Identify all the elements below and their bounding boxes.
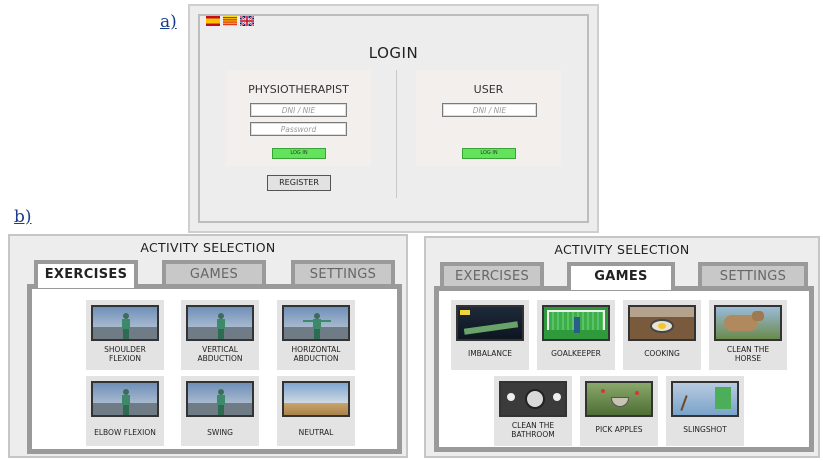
games-content: IMBALANCE GOALKEEPER COOKING CLEAN THE H… — [434, 286, 814, 452]
exercise-tile-swing[interactable]: SWING — [181, 376, 259, 446]
exercise-tile-shoulder-flexion[interactable]: SHOULDER FLEXION — [86, 300, 164, 370]
user-title: USER — [473, 83, 504, 96]
game-label: SLINGSHOT — [683, 425, 727, 434]
game-label: PICK APPLES — [595, 425, 643, 434]
physiotherapist-card: PHYSIOTHERAPIST LOG IN — [226, 70, 371, 166]
elbow-flexion-thumbnail — [91, 381, 159, 417]
login-divider — [396, 70, 397, 198]
register-button[interactable]: REGISTER — [267, 175, 331, 191]
clean-the-bathroom-thumbnail — [499, 381, 567, 417]
spain-flag-icon[interactable] — [206, 16, 220, 26]
game-label: GOALKEEPER — [551, 349, 601, 358]
clean-the-horse-thumbnail — [714, 305, 782, 341]
exercise-tile-elbow-flexion[interactable]: ELBOW FLEXION — [86, 376, 164, 446]
physio-dni-input[interactable] — [250, 103, 347, 117]
tab-games[interactable]: GAMES — [567, 262, 675, 290]
activity-selection-exercises: ACTIVITY SELECTION EXERCISES GAMES SETTI… — [8, 234, 408, 458]
shoulder-flexion-thumbnail — [91, 305, 159, 341]
exercise-label: HORIZONTAL ABDUCTION — [291, 345, 341, 363]
activity-selection-title: ACTIVITY SELECTION — [140, 240, 276, 255]
figure-label-b: b) — [14, 207, 32, 227]
game-tile-goalkeeper[interactable]: GOALKEEPER — [537, 300, 615, 370]
goalkeeper-thumbnail — [542, 305, 610, 341]
cooking-thumbnail — [628, 305, 696, 341]
login-title: LOGIN — [368, 44, 419, 62]
physio-password-input[interactable] — [250, 122, 347, 136]
swing-thumbnail — [186, 381, 254, 417]
user-dni-input[interactable] — [442, 103, 537, 117]
exercise-tile-vertical-abduction[interactable]: VERTICAL ABDUCTION — [181, 300, 259, 370]
language-selector — [206, 16, 254, 26]
neutral-thumbnail — [282, 381, 350, 417]
exercise-tile-neutral[interactable]: NEUTRAL — [277, 376, 355, 446]
exercise-label: VERTICAL ABDUCTION — [197, 345, 243, 363]
game-label: IMBALANCE — [467, 349, 513, 358]
game-tile-cooking[interactable]: COOKING — [623, 300, 701, 370]
game-tile-clean-the-bathroom[interactable]: CLEAN THE BATHROOM — [494, 376, 572, 446]
physiotherapist-title: PHYSIOTHERAPIST — [248, 83, 349, 96]
user-card: USER LOG IN — [416, 70, 561, 166]
exercise-label: NEUTRAL — [298, 428, 334, 437]
login-screen: LOGIN PHYSIOTHERAPIST LOG IN REGISTER US… — [188, 4, 599, 233]
vertical-abduction-thumbnail — [186, 305, 254, 341]
game-label: CLEAN THE HORSE — [726, 345, 770, 363]
exercises-content: SHOULDER FLEXION VERTICAL ABDUCTION HORI… — [27, 284, 402, 454]
exercise-tile-horizontal-abduction[interactable]: HORIZONTAL ABDUCTION — [277, 300, 355, 370]
slingshot-thumbnail — [671, 381, 739, 417]
tab-exercises[interactable]: EXERCISES — [34, 260, 138, 288]
game-label: COOKING — [644, 349, 680, 358]
activity-selection-games: ACTIVITY SELECTION EXERCISES GAMES SETTI… — [424, 236, 820, 458]
pick-apples-thumbnail — [585, 381, 653, 417]
game-label: CLEAN THE BATHROOM — [511, 421, 555, 439]
catalonia-flag-icon[interactable] — [223, 16, 237, 26]
activity-selection-title: ACTIVITY SELECTION — [554, 242, 690, 257]
game-tile-imbalance[interactable]: IMBALANCE — [451, 300, 529, 370]
uk-flag-icon[interactable] — [240, 16, 254, 26]
imbalance-thumbnail — [456, 305, 524, 341]
exercise-label: SHOULDER FLEXION — [104, 345, 146, 363]
game-tile-slingshot[interactable]: SLINGSHOT — [666, 376, 744, 446]
exercise-label: ELBOW FLEXION — [94, 428, 156, 437]
game-tile-pick-apples[interactable]: PICK APPLES — [580, 376, 658, 446]
user-login-button[interactable]: LOG IN — [462, 148, 516, 159]
physio-login-button[interactable]: LOG IN — [272, 148, 326, 159]
game-tile-clean-the-horse[interactable]: CLEAN THE HORSE — [709, 300, 787, 370]
exercise-label: SWING — [207, 428, 233, 437]
figure-label-a: a) — [160, 12, 177, 32]
horizontal-abduction-thumbnail — [282, 305, 350, 341]
